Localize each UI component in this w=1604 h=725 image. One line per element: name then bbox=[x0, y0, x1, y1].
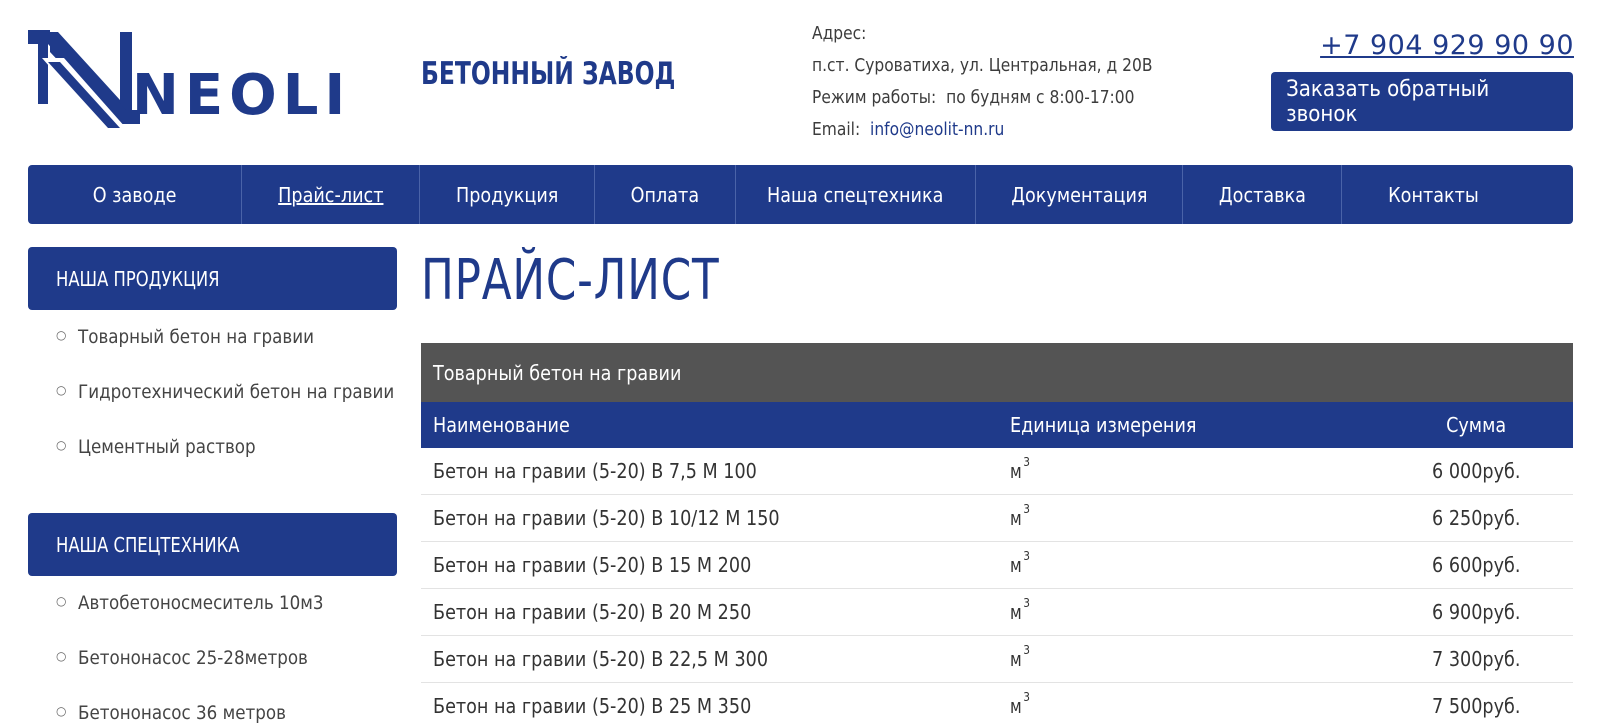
nav-label: О заводе bbox=[92, 182, 177, 207]
nav-item-equipment[interactable]: Наша спецтехника bbox=[735, 165, 975, 224]
column-header-sum: Сумма bbox=[1445, 413, 1507, 437]
logo-graphic: NEOLIT bbox=[28, 30, 348, 128]
table-row: Бетон на гравии (5-20) В 7,5 М 100 м3 6 … bbox=[421, 448, 1573, 495]
sidebar-equipment-list: ○ Автобетоносмеситель 10м3 ○ Бетононасос 2… bbox=[56, 592, 358, 725]
sidebar-item-label: Бетононасос 25-28метров bbox=[78, 647, 309, 669]
bullet-icon: ○ bbox=[56, 649, 67, 663]
row-unit: м3 bbox=[1010, 502, 1031, 530]
sidebar-item-mixer-truck[interactable]: ○ Автобетоносмеситель 10м3 bbox=[56, 592, 358, 647]
sidebar-item-label: Бетононасос 36 метров bbox=[78, 702, 287, 724]
bullet-icon: ○ bbox=[56, 328, 67, 342]
nav-label: Продукция bbox=[455, 182, 559, 207]
sidebar-item-label: Товарный бетон на гравии bbox=[78, 326, 315, 348]
table-row: Бетон на гравии (5-20) В 10/12 М 150 м3 … bbox=[421, 495, 1573, 542]
table-row: Бетон на гравии (5-20) В 22,5 М 300 м3 7… bbox=[421, 636, 1573, 683]
row-name: Бетон на гравии (5-20) В 25 М 350 bbox=[433, 694, 752, 718]
table-row: Бетон на гравии (5-20) В 25 М 350 м3 7 5… bbox=[421, 683, 1573, 725]
section-title: Товарный бетон на гравии bbox=[433, 360, 682, 385]
sidebar-products-header: Наша продукция bbox=[28, 247, 397, 310]
sidebar-item-pump-36[interactable]: ○ Бетононасос 36 метров bbox=[56, 702, 358, 725]
nav-label: Доставка bbox=[1218, 182, 1306, 207]
main-nav: О заводе Прайс-лист Продукция Оплата Наш… bbox=[28, 165, 1573, 224]
row-unit: м3 bbox=[1010, 549, 1031, 577]
work-hours: Режим работы: по будням с 8:00-17:00 bbox=[812, 82, 1152, 114]
nav-label: Наша спецтехника bbox=[767, 182, 944, 207]
nav-item-delivery[interactable]: Доставка bbox=[1182, 165, 1341, 224]
callback-label: Заказать обратный звонок bbox=[1286, 76, 1490, 127]
price-table-header: Наименование Единица измерения Сумма bbox=[421, 402, 1573, 448]
callback-button[interactable]: Заказать обратный звонок bbox=[1271, 72, 1573, 131]
row-name: Бетон на гравии (5-20) В 7,5 М 100 bbox=[433, 459, 757, 483]
sidebar-item-cement-mortar[interactable]: ○ Цементный раствор bbox=[56, 436, 438, 491]
row-unit: м3 bbox=[1010, 643, 1031, 671]
row-name: Бетон на гравии (5-20) В 15 М 200 bbox=[433, 553, 752, 577]
row-unit: м3 bbox=[1010, 455, 1031, 483]
row-price: 6 000руб. bbox=[1431, 459, 1521, 483]
row-price: 6 250руб. bbox=[1431, 506, 1521, 530]
price-section-header: Товарный бетон на гравии bbox=[421, 343, 1573, 402]
address-value: п.ст. Суроватиха, ул. Центральная, д 20В bbox=[812, 55, 1153, 76]
hours-label: Режим работы: bbox=[812, 87, 937, 108]
email-label: Email: bbox=[812, 119, 861, 140]
row-name: Бетон на гравии (5-20) В 20 М 250 bbox=[433, 600, 752, 624]
nav-item-about[interactable]: О заводе bbox=[28, 165, 241, 224]
bullet-icon: ○ bbox=[56, 438, 67, 452]
nav-item-price-list[interactable]: Прайс-лист bbox=[241, 165, 419, 224]
sidebar-item-hydro-concrete[interactable]: ○ Гидротехнический бетон на гравии bbox=[56, 381, 438, 436]
sidebar-products-title: Наша продукция bbox=[56, 266, 220, 291]
sidebar-products-list: ○ Товарный бетон на гравии ○ Гидротехничес… bbox=[56, 326, 438, 491]
bullet-icon: ○ bbox=[56, 383, 67, 397]
sidebar-item-label: Гидротехнический бетон на гравии bbox=[78, 381, 395, 403]
row-name: Бетон на гравии (5-20) В 22,5 М 300 bbox=[433, 647, 769, 671]
nav-item-products[interactable]: Продукция bbox=[419, 165, 594, 224]
row-price: 6 900руб. bbox=[1431, 600, 1521, 624]
nav-label: Оплата bbox=[630, 182, 700, 207]
column-header-name: Наименование bbox=[433, 413, 570, 437]
sidebar-item-label: Цементный раствор bbox=[78, 436, 257, 458]
column-header-unit: Единица измерения bbox=[1010, 413, 1197, 437]
hours-value: по будням с 8:00-17:00 bbox=[946, 87, 1135, 108]
row-name: Бетон на гравии (5-20) В 10/12 М 150 bbox=[433, 506, 780, 530]
sidebar-item-pump-25[interactable]: ○ Бетононасос 25-28метров bbox=[56, 647, 358, 702]
row-price: 7 300руб. bbox=[1431, 647, 1521, 671]
table-row: Бетон на гравии (5-20) В 20 М 250 м3 6 9… bbox=[421, 589, 1573, 636]
row-price: 6 600руб. bbox=[1431, 553, 1521, 577]
email-link[interactable]: info@neolit-nn.ru bbox=[870, 119, 1004, 140]
page-title: Прайс-лист bbox=[421, 248, 720, 313]
logo-text: NEOLIT bbox=[132, 63, 348, 128]
nav-item-payment[interactable]: Оплата bbox=[594, 165, 735, 224]
sidebar-equipment-title: Наша спецтехника bbox=[56, 532, 240, 557]
row-unit: м3 bbox=[1010, 690, 1031, 718]
row-price: 7 500руб. bbox=[1431, 694, 1521, 718]
nav-label: Документация bbox=[1010, 182, 1148, 207]
bullet-icon: ○ bbox=[56, 704, 67, 718]
row-unit: м3 bbox=[1010, 596, 1031, 624]
sidebar-equipment-header: Наша спецтехника bbox=[28, 513, 397, 576]
sidebar-item-gravel-concrete[interactable]: ○ Товарный бетон на гравии bbox=[56, 326, 438, 381]
nav-item-documentation[interactable]: Документация bbox=[975, 165, 1182, 224]
phone-link[interactable]: +7 904 929 90 90 bbox=[1320, 30, 1574, 61]
sidebar-item-label: Автобетоносмеситель 10м3 bbox=[78, 592, 325, 614]
contact-info: Адрес: п.ст. Суроватиха, ул. Центральная… bbox=[812, 18, 1208, 146]
neolit-logo[interactable]: NEOLIT bbox=[28, 30, 348, 130]
nav-label: Контакты bbox=[1388, 182, 1479, 207]
nav-item-contacts[interactable]: Контакты bbox=[1341, 165, 1573, 224]
bullet-icon: ○ bbox=[56, 594, 67, 608]
email-row: Email: info@neolit-nn.ru bbox=[812, 114, 1152, 146]
table-row: Бетон на гравии (5-20) В 15 М 200 м3 6 6… bbox=[421, 542, 1573, 589]
nav-label: Прайс-лист bbox=[277, 182, 384, 207]
address-label: Адрес: bbox=[812, 23, 867, 44]
tagline: БЕТОННЫЙ ЗАВОД bbox=[421, 56, 676, 92]
